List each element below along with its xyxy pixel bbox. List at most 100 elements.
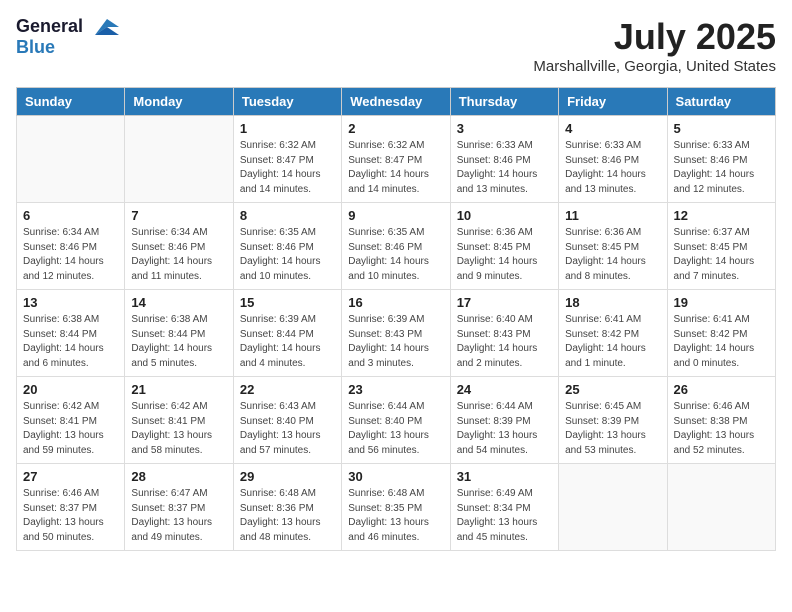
calendar-cell: 10 Sunrise: 6:36 AM Sunset: 8:45 PM Dayli… [450, 203, 558, 290]
day-info: Sunrise: 6:46 AM Sunset: 8:37 PM Dayligh… [23, 487, 118, 545]
page-header: General Blue July 2025 Marshallville, Ge… [16, 16, 776, 75]
day-info: Sunrise: 6:32 AM Sunset: 8:47 PM Dayligh… [348, 139, 443, 197]
logo-blue-text: Blue [16, 37, 55, 58]
calendar-cell: 11Sunrise: 6:36 AM Sunset: 8:45 PM Dayli… [559, 203, 667, 290]
day-number: 13 [23, 295, 118, 310]
logo: General Blue [16, 16, 119, 58]
day-info: Sunrise: 6:42 AM Sunset: 8:41 PM Dayligh… [23, 400, 118, 458]
day-info: Sunrise: 6:45 AM Sunset: 8:39 PM Dayligh… [565, 400, 660, 458]
day-info: Sunrise: 6:43 AM Sunset: 8:40 PM Dayligh… [240, 400, 335, 458]
calendar-cell: 12 Sunrise: 6:37 AM Sunset: 8:45 PM Dayli… [667, 203, 775, 290]
calendar-cell: 9 Sunrise: 6:35 AM Sunset: 8:46 PM Daylig… [342, 203, 450, 290]
day-info: Sunrise: 6:44 AM Sunset: 8:40 PM Dayligh… [348, 400, 443, 458]
day-number: 23 [348, 382, 443, 397]
day-number: 22 [240, 382, 335, 397]
calendar-cell: 8Sunrise: 6:35 AM Sunset: 8:46 PM Daylig… [233, 203, 341, 290]
day-header-wednesday: Wednesday [342, 88, 450, 116]
calendar-cell [559, 464, 667, 551]
day-number: 25 [565, 382, 660, 397]
calendar-cell: 2 Sunrise: 6:32 AM Sunset: 8:47 PM Daylig… [342, 116, 450, 203]
calendar-cell: 5 Sunrise: 6:33 AM Sunset: 8:46 PM Daylig… [667, 116, 775, 203]
calendar-cell: 28 Sunrise: 6:47 AM Sunset: 8:37 PM Dayli… [125, 464, 233, 551]
day-info: Sunrise: 6:48 AM Sunset: 8:35 PM Dayligh… [348, 487, 443, 545]
day-header-sunday: Sunday [17, 88, 125, 116]
week-row-1: 1 Sunrise: 6:32 AM Sunset: 8:47 PM Daylig… [17, 116, 776, 203]
day-info: Sunrise: 6:40 AM Sunset: 8:43 PM Dayligh… [457, 313, 552, 371]
day-info: Sunrise: 6:34 AM Sunset: 8:46 PM Dayligh… [131, 226, 226, 284]
day-number: 31 [457, 469, 552, 484]
calendar: SundayMondayTuesdayWednesdayThursdayFrid… [16, 87, 776, 551]
day-info: Sunrise: 6:49 AM Sunset: 8:34 PM Dayligh… [457, 487, 552, 545]
day-info: Sunrise: 6:38 AM Sunset: 8:44 PM Dayligh… [23, 313, 118, 371]
day-number: 24 [457, 382, 552, 397]
day-info: Sunrise: 6:46 AM Sunset: 8:38 PM Dayligh… [674, 400, 769, 458]
calendar-cell: 7 Sunrise: 6:34 AM Sunset: 8:46 PM Daylig… [125, 203, 233, 290]
day-number: 9 [348, 208, 443, 223]
calendar-cell: 29 Sunrise: 6:48 AM Sunset: 8:36 PM Dayli… [233, 464, 341, 551]
day-number: 4 [565, 121, 660, 136]
calendar-cell: 13 Sunrise: 6:38 AM Sunset: 8:44 PM Dayli… [17, 290, 125, 377]
day-header-monday: Monday [125, 88, 233, 116]
day-info: Sunrise: 6:41 AM Sunset: 8:42 PM Dayligh… [674, 313, 769, 371]
calendar-cell: 19Sunrise: 6:41 AM Sunset: 8:42 PM Dayli… [667, 290, 775, 377]
day-number: 28 [131, 469, 226, 484]
day-info: Sunrise: 6:37 AM Sunset: 8:45 PM Dayligh… [674, 226, 769, 284]
calendar-cell: 24 Sunrise: 6:44 AM Sunset: 8:39 PM Dayli… [450, 377, 558, 464]
day-header-saturday: Saturday [667, 88, 775, 116]
day-number: 14 [131, 295, 226, 310]
day-number: 30 [348, 469, 443, 484]
calendar-cell: 22 Sunrise: 6:43 AM Sunset: 8:40 PM Dayli… [233, 377, 341, 464]
day-info: Sunrise: 6:34 AM Sunset: 8:46 PM Dayligh… [23, 226, 118, 284]
day-info: Sunrise: 6:39 AM Sunset: 8:43 PM Dayligh… [348, 313, 443, 371]
day-number: 12 [674, 208, 769, 223]
day-number: 26 [674, 382, 769, 397]
day-info: Sunrise: 6:35 AM Sunset: 8:46 PM Dayligh… [348, 226, 443, 284]
day-number: 27 [23, 469, 118, 484]
calendar-header-row: SundayMondayTuesdayWednesdayThursdayFrid… [17, 88, 776, 116]
day-number: 29 [240, 469, 335, 484]
day-info: Sunrise: 6:33 AM Sunset: 8:46 PM Dayligh… [565, 139, 660, 197]
day-number: 21 [131, 382, 226, 397]
day-info: Sunrise: 6:42 AM Sunset: 8:41 PM Dayligh… [131, 400, 226, 458]
calendar-cell: 21 Sunrise: 6:42 AM Sunset: 8:41 PM Dayli… [125, 377, 233, 464]
day-info: Sunrise: 6:47 AM Sunset: 8:37 PM Dayligh… [131, 487, 226, 545]
location: Marshallville, Georgia, United States [533, 58, 776, 75]
day-info: Sunrise: 6:33 AM Sunset: 8:46 PM Dayligh… [674, 139, 769, 197]
day-number: 2 [348, 121, 443, 136]
calendar-cell: 14 Sunrise: 6:38 AM Sunset: 8:44 PM Dayli… [125, 290, 233, 377]
day-number: 17 [457, 295, 552, 310]
calendar-cell [17, 116, 125, 203]
day-number: 5 [674, 121, 769, 136]
calendar-cell: 15Sunrise: 6:39 AM Sunset: 8:44 PM Dayli… [233, 290, 341, 377]
day-number: 7 [131, 208, 226, 223]
day-number: 18 [565, 295, 660, 310]
calendar-cell: 26 Sunrise: 6:46 AM Sunset: 8:38 PM Dayli… [667, 377, 775, 464]
day-info: Sunrise: 6:41 AM Sunset: 8:42 PM Dayligh… [565, 313, 660, 371]
day-number: 1 [240, 121, 335, 136]
calendar-cell [125, 116, 233, 203]
day-header-tuesday: Tuesday [233, 88, 341, 116]
day-info: Sunrise: 6:33 AM Sunset: 8:46 PM Dayligh… [457, 139, 552, 197]
week-row-2: 6 Sunrise: 6:34 AM Sunset: 8:46 PM Daylig… [17, 203, 776, 290]
calendar-cell [667, 464, 775, 551]
calendar-cell: 23 Sunrise: 6:44 AM Sunset: 8:40 PM Dayli… [342, 377, 450, 464]
day-info: Sunrise: 6:48 AM Sunset: 8:36 PM Dayligh… [240, 487, 335, 545]
calendar-cell: 27 Sunrise: 6:46 AM Sunset: 8:37 PM Dayli… [17, 464, 125, 551]
day-number: 3 [457, 121, 552, 136]
calendar-cell: 1Sunrise: 6:32 AM Sunset: 8:47 PM Daylig… [233, 116, 341, 203]
day-number: 16 [348, 295, 443, 310]
logo-icon [87, 17, 119, 37]
day-info: Sunrise: 6:44 AM Sunset: 8:39 PM Dayligh… [457, 400, 552, 458]
calendar-cell: 3 Sunrise: 6:33 AM Sunset: 8:46 PM Daylig… [450, 116, 558, 203]
day-number: 10 [457, 208, 552, 223]
day-header-friday: Friday [559, 88, 667, 116]
calendar-cell: 30 Sunrise: 6:48 AM Sunset: 8:35 PM Dayli… [342, 464, 450, 551]
day-info: Sunrise: 6:38 AM Sunset: 8:44 PM Dayligh… [131, 313, 226, 371]
day-info: Sunrise: 6:36 AM Sunset: 8:45 PM Dayligh… [457, 226, 552, 284]
day-number: 6 [23, 208, 118, 223]
day-info: Sunrise: 6:35 AM Sunset: 8:46 PM Dayligh… [240, 226, 335, 284]
day-number: 15 [240, 295, 335, 310]
day-number: 20 [23, 382, 118, 397]
calendar-cell: 17 Sunrise: 6:40 AM Sunset: 8:43 PM Dayli… [450, 290, 558, 377]
month-title: July 2025 [533, 16, 776, 58]
